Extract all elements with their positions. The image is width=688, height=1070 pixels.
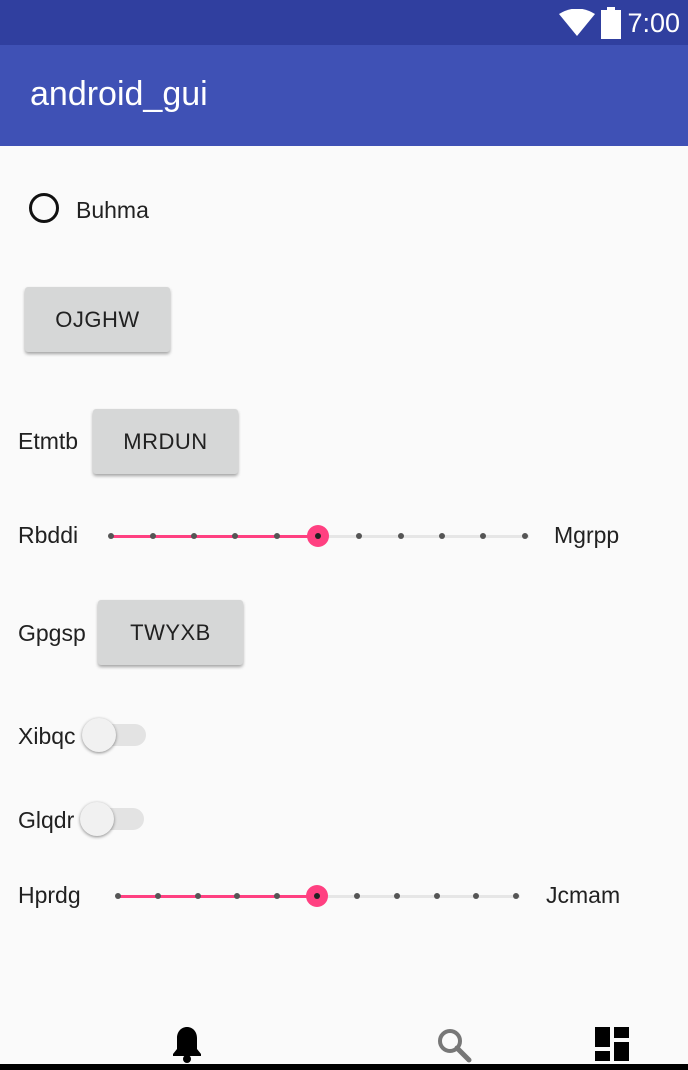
- rbddi-label: Rbddi: [18, 522, 79, 548]
- rbddi-slider[interactable]: [108, 525, 532, 547]
- dashboard-icon[interactable]: [595, 1027, 629, 1061]
- glqdr-switch-thumb[interactable]: [80, 802, 114, 836]
- battery-icon: [601, 7, 622, 39]
- hprdg-label: Hprdg: [18, 882, 81, 908]
- glqdr-label: Glqdr: [18, 807, 75, 833]
- status-icons: 7:00: [559, 6, 680, 40]
- slider-tick: [522, 533, 528, 539]
- slider-tick: [513, 893, 519, 899]
- app-bar: android_gui: [0, 45, 688, 146]
- search-icon[interactable]: [436, 1027, 472, 1063]
- notifications-icon[interactable]: [171, 1025, 203, 1063]
- xibqc-label: Xibqc: [18, 723, 76, 749]
- status-time: 7:00: [627, 7, 680, 38]
- slider-track-inactive: [319, 535, 529, 538]
- slider-tick: [434, 893, 440, 899]
- slider-thumb-dot: [315, 533, 321, 539]
- gpgsp-label: Gpgsp: [18, 620, 86, 646]
- radio-button-buhma[interactable]: [29, 193, 59, 223]
- slider-track-inactive: [318, 895, 520, 898]
- slider-tick: [155, 893, 161, 899]
- slider-tick: [115, 893, 121, 899]
- twyxb-button[interactable]: TWYXB: [98, 600, 243, 665]
- status-bar: 7:00: [0, 0, 688, 45]
- slider-tick: [480, 533, 486, 539]
- wifi-icon: [559, 9, 596, 36]
- mrdun-button[interactable]: MRDUN: [93, 409, 238, 474]
- ojghw-button[interactable]: OJGHW: [25, 287, 170, 352]
- slider-thumb-dot: [314, 893, 320, 899]
- slider-tick: [274, 533, 280, 539]
- slider-tick: [356, 533, 362, 539]
- radio-label-buhma[interactable]: Buhma: [76, 197, 149, 224]
- slider-track-active: [111, 535, 319, 538]
- slider-thumb[interactable]: [306, 885, 328, 907]
- mgrpp-label: Mgrpp: [554, 522, 620, 548]
- xibqc-switch-thumb[interactable]: [82, 718, 116, 752]
- jcmam-label: Jcmam: [546, 882, 621, 908]
- slider-tick: [108, 533, 114, 539]
- slider-tick: [473, 893, 479, 899]
- slider-thumb[interactable]: [307, 525, 329, 547]
- slider-tick: [150, 533, 156, 539]
- slider-tick: [394, 893, 400, 899]
- slider-track-active: [118, 895, 318, 898]
- slider-tick: [234, 893, 240, 899]
- slider-tick: [398, 533, 404, 539]
- slider-tick: [274, 893, 280, 899]
- app-title: android_gui: [30, 75, 208, 113]
- navigation-bar-edge: [0, 1064, 688, 1070]
- slider-tick: [195, 893, 201, 899]
- etmtb-label: Etmtb: [18, 428, 79, 454]
- slider-tick: [354, 893, 360, 899]
- hprdg-slider[interactable]: [115, 885, 523, 907]
- slider-tick: [191, 533, 197, 539]
- slider-tick: [232, 533, 238, 539]
- slider-tick: [439, 533, 445, 539]
